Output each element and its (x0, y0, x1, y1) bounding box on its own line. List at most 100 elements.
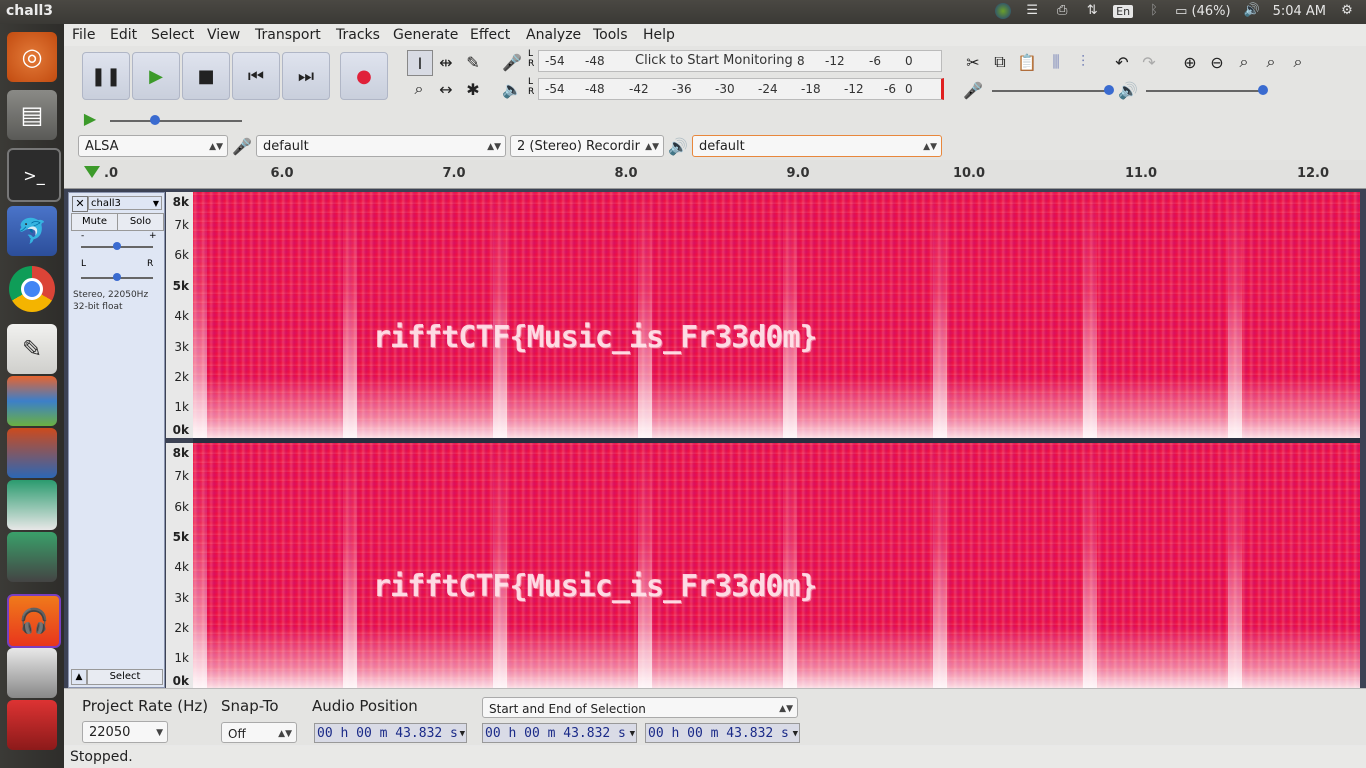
menu-tracks[interactable]: Tracks (336, 27, 380, 43)
recording-device-select[interactable]: default ▲▼ (256, 135, 506, 157)
mute-button[interactable]: Mute (71, 213, 118, 231)
app-stack-icon-3[interactable] (7, 480, 57, 530)
volume-icon[interactable]: 🔊 (1243, 3, 1261, 19)
mail-icon[interactable]: ☰ (1023, 3, 1041, 19)
files-icon[interactable]: ▤ (7, 90, 57, 140)
menu-edit[interactable]: Edit (110, 27, 137, 43)
freq-label: 6k (174, 248, 189, 262)
selection-end-field[interactable]: 00 h 00 m 43.832 s ▼ (645, 723, 800, 743)
record-meter-mic-icon[interactable]: 🎤 (500, 50, 524, 74)
play-speed-slider[interactable] (110, 115, 242, 125)
playback-meter[interactable]: -54 -48 -42 -36 -30 -24 -18 -12 -6 0 (538, 78, 944, 100)
app-stack-icon-6[interactable] (7, 700, 57, 750)
select-track-button[interactable]: Select (87, 669, 163, 685)
envelope-tool-icon[interactable]: ⇹ (434, 50, 458, 74)
skip-to-end-button[interactable]: ⏭ (282, 52, 330, 100)
menu-effect[interactable]: Effect (470, 27, 510, 43)
slider-thumb[interactable] (150, 115, 160, 125)
battery-indicator[interactable]: ▭ (46%) (1175, 4, 1230, 19)
menu-analyze[interactable]: Analyze (526, 27, 581, 43)
copy-icon[interactable]: ⧉ (988, 50, 1012, 74)
silence-icon[interactable]: ⫶ (1071, 50, 1095, 74)
play-meter-speaker-icon[interactable]: 🔈 (500, 77, 524, 101)
multi-tool-icon[interactable]: ✱ (461, 77, 485, 101)
slider-thumb[interactable] (1258, 85, 1268, 95)
close-track-icon[interactable]: ✕ (72, 196, 88, 212)
settings-gear-icon[interactable]: ⚙ (1338, 3, 1356, 19)
pause-button[interactable]: ❚❚ (82, 52, 130, 100)
recording-meter[interactable]: -54 -48 Click to Start Monitoring 8 -12 … (538, 50, 942, 72)
selection-tool-icon[interactable]: I (407, 50, 433, 76)
menu-select[interactable]: Select (151, 27, 194, 43)
solo-button[interactable]: Solo (117, 213, 164, 231)
app-stack-icon[interactable] (7, 376, 57, 426)
transfer-icon[interactable]: ⇅ (1083, 3, 1101, 19)
zoom-tool-icon[interactable]: ⌕ (407, 77, 431, 101)
selection-start-value: 00 h 00 m 43.832 s (485, 726, 626, 741)
gain-slider[interactable] (81, 242, 153, 250)
ubuntu-home-icon[interactable]: ◎ (7, 32, 57, 82)
project-rate-select[interactable]: 22050 ▼ (82, 721, 168, 743)
zoom-toggle-icon[interactable]: ⌕ (1286, 50, 1310, 74)
app-stack-icon-2[interactable] (7, 428, 57, 478)
audio-position-field[interactable]: 00 h 00 m 43.832 s ▼ (314, 723, 467, 743)
fit-project-icon[interactable]: ⌕ (1259, 50, 1283, 74)
app-stack-icon-4[interactable] (7, 532, 57, 582)
text-editor-icon[interactable]: ✎ (7, 324, 57, 374)
menu-tools[interactable]: Tools (593, 27, 628, 43)
terminal-icon[interactable]: >_ (7, 148, 61, 202)
clock[interactable]: 5:04 AM (1273, 4, 1326, 19)
menu-help[interactable]: Help (643, 27, 675, 43)
network-icon[interactable] (995, 3, 1012, 19)
menu-generate[interactable]: Generate (393, 27, 458, 43)
playback-volume-slider[interactable] (1146, 85, 1268, 95)
play-head-icon[interactable] (84, 166, 100, 178)
collapse-track-icon[interactable]: ▲ (71, 669, 87, 685)
record-button[interactable]: ● (340, 52, 388, 100)
pan-slider[interactable] (81, 273, 153, 281)
app-stack-icon-5[interactable] (7, 648, 57, 698)
audacity-icon[interactable]: 🎧 (7, 594, 61, 648)
recording-channels-select[interactable]: 2 (Stereo) Recordir ▲▼ (510, 135, 664, 157)
playback-device-select[interactable]: default ▲▼ (692, 135, 942, 157)
freq-label: 3k (174, 340, 189, 354)
selection-mode-select[interactable]: Start and End of Selection ▲▼ (482, 697, 798, 718)
play-button[interactable]: ▶ (132, 52, 180, 100)
cut-icon[interactable]: ✂ (961, 50, 985, 74)
stop-button[interactable]: ■ (182, 52, 230, 100)
snap-to-select[interactable]: Off ▲▼ (221, 722, 297, 743)
dolphin-app-icon[interactable]: 🐬 (7, 206, 57, 256)
track-name-menu[interactable]: chall3 ▼ (88, 196, 162, 210)
printer-icon[interactable]: ⎙ (1053, 3, 1071, 19)
trim-icon[interactable]: ⫼ (1044, 50, 1068, 74)
undo-icon[interactable]: ↶ (1110, 50, 1134, 74)
redo-icon[interactable]: ↷ (1137, 50, 1161, 74)
battery-icon: ▭ (1175, 3, 1188, 19)
time-shift-tool-icon[interactable]: ↔ (434, 77, 458, 101)
recording-volume-slider[interactable] (992, 85, 1114, 95)
skip-to-start-button[interactable]: ⏮ (232, 52, 280, 100)
fit-selection-icon[interactable]: ⌕ (1232, 50, 1256, 74)
draw-tool-icon[interactable]: ✎ (461, 50, 485, 74)
bluetooth-icon[interactable]: ᛒ (1145, 3, 1163, 19)
zoom-in-icon[interactable]: ⊕ (1178, 50, 1202, 74)
track-control-panel[interactable]: ✕ chall3 ▼ Mute Solo - + L R Stereo, 220… (68, 192, 165, 688)
spectrogram-channel-left[interactable]: rifftCTF{Music_is_Fr33d0m} (193, 192, 1360, 438)
timeline-ruler[interactable]: .0 6.0 7.0 8.0 9.0 10.0 11.0 12.0 (64, 160, 1366, 189)
spectrogram-channel-right[interactable]: rifftCTF{Music_is_Fr33d0m} (193, 443, 1360, 688)
audio-host-select[interactable]: ALSA ▲▼ (78, 135, 228, 157)
menu-view[interactable]: View (207, 27, 240, 43)
play-at-speed-button[interactable]: ▶ (78, 106, 102, 130)
keyboard-layout-indicator[interactable]: En (1113, 4, 1134, 18)
selection-start-field[interactable]: 00 h 00 m 43.832 s ▼ (482, 723, 637, 743)
slider-thumb[interactable] (113, 242, 121, 250)
slider-thumb[interactable] (1104, 85, 1114, 95)
zoom-out-icon[interactable]: ⊖ (1205, 50, 1229, 74)
track-sample-format: 32-bit float (73, 302, 123, 312)
menu-transport[interactable]: Transport (255, 27, 321, 43)
slider-thumb[interactable] (113, 273, 121, 281)
paste-icon[interactable]: 📋 (1015, 50, 1039, 74)
chrome-icon[interactable] (9, 266, 55, 312)
menu-file[interactable]: File (72, 27, 95, 43)
start-monitoring-label[interactable]: Click to Start Monitoring (635, 53, 793, 68)
